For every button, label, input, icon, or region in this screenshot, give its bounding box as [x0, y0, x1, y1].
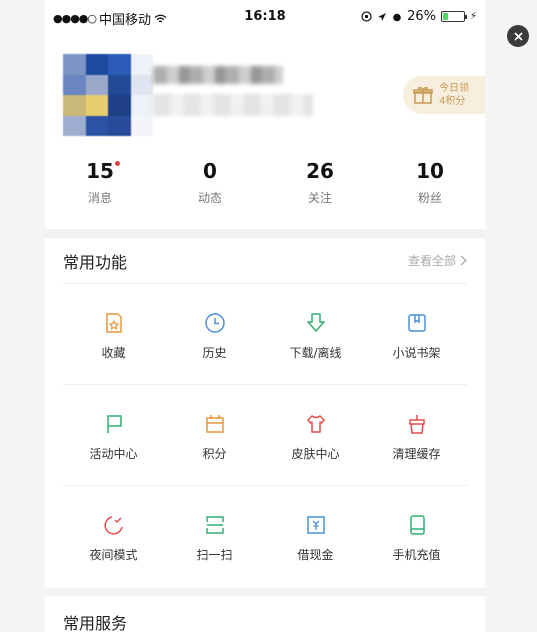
function-label: 借现金	[297, 548, 334, 562]
function-label: 积分	[202, 447, 227, 461]
status-bar: ●●●●○ 中国移动 16:18 26% ⚡	[45, 0, 485, 34]
function-history[interactable]: 历史	[164, 284, 265, 384]
location-icon	[378, 12, 387, 21]
stat-value: 26	[306, 159, 334, 183]
view-all-link[interactable]: 查看全部	[408, 252, 467, 269]
function-bookshelf[interactable]: 小说书架	[366, 284, 467, 384]
flag-icon	[106, 415, 122, 433]
stat-label: 粉丝	[417, 191, 442, 205]
function-activity-center[interactable]: 活动中心	[63, 385, 164, 485]
function-label: 清理缓存	[392, 447, 441, 461]
favorite-icon	[105, 313, 122, 333]
function-label: 下载/离线	[289, 346, 342, 360]
stat-label: 动态	[197, 191, 222, 205]
function-label: 历史	[202, 346, 227, 360]
username-blurred[interactable]	[153, 66, 283, 84]
user-subtitle-blurred	[153, 94, 313, 116]
close-button[interactable]	[507, 25, 529, 47]
function-download[interactable]: 下载/离线	[265, 284, 366, 384]
function-label: 夜间模式	[89, 548, 138, 562]
stat-label: 关注	[307, 191, 332, 205]
unread-dot	[114, 161, 120, 166]
bookshelf-icon	[407, 314, 426, 332]
function-phone-recharge[interactable]: 手机充值	[366, 486, 467, 587]
gift-icon	[413, 86, 433, 104]
battery-percent: 26%	[407, 9, 436, 24]
stat-value: 15	[86, 159, 114, 183]
stat-messages[interactable]: 15 消息	[45, 159, 155, 206]
function-points[interactable]: 积分	[164, 385, 265, 485]
checkin-line1: 今日领	[439, 83, 469, 94]
stat-label: 消息	[87, 191, 112, 205]
shirt-icon	[306, 415, 325, 433]
function-label: 扫一扫	[196, 548, 233, 562]
stat-following[interactable]: 26 关注	[265, 159, 375, 206]
function-scan[interactable]: 扫一扫	[164, 486, 265, 587]
function-label: 收藏	[101, 346, 126, 360]
function-favorites[interactable]: 收藏	[63, 284, 164, 384]
cash-icon	[306, 516, 325, 534]
stat-followers[interactable]: 10 粉丝	[375, 159, 485, 206]
chevron-right-icon	[460, 255, 467, 266]
section-title: 常用服务	[63, 614, 128, 632]
close-icon	[513, 31, 523, 41]
function-label: 小说书架	[392, 346, 441, 360]
function-night-mode[interactable]: 夜间模式	[63, 486, 164, 587]
stat-value: 10	[416, 159, 444, 183]
function-label: 皮肤中心	[291, 447, 340, 461]
battery-icon	[440, 11, 467, 22]
history-clock-icon	[204, 313, 225, 333]
points-icon	[205, 415, 224, 433]
lock-rotation-icon	[361, 11, 372, 22]
section-title: 常用功能	[63, 252, 128, 272]
function-label: 手机充值	[392, 548, 441, 562]
clear-cache-icon	[408, 415, 425, 434]
night-mode-icon	[103, 516, 123, 535]
common-services-card: 常用服务	[45, 596, 485, 632]
function-clear-cache[interactable]: 清理缓存	[366, 385, 467, 485]
stat-activity[interactable]: 0 动态	[155, 159, 265, 206]
function-grid: 收藏 历史 下载/离线 小说书架 活动中心 积分 皮肤中心 清理缓存 夜间模式 …	[63, 284, 467, 587]
function-skin-center[interactable]: 皮肤中心	[265, 385, 366, 485]
alarm-icon	[393, 13, 401, 21]
common-functions-card: 常用功能 查看全部 收藏 历史 下载/离线 小说书架 活动中心 积分 皮肤中心 …	[45, 238, 485, 588]
function-borrow-cash[interactable]: 借现金	[265, 486, 366, 587]
checkin-line2: 4积分	[439, 96, 466, 107]
daily-checkin-button[interactable]: 今日领 4积分	[403, 76, 485, 114]
view-all-label: 查看全部	[407, 254, 456, 268]
avatar[interactable]	[63, 54, 153, 136]
phone-recharge-icon	[409, 515, 425, 535]
profile-card: 今日领 4积分 15 消息 0 动态 26 关注 10 粉丝	[45, 34, 485, 229]
function-label: 活动中心	[89, 447, 138, 461]
phone-screen: ●●●●○ 中国移动 16:18 26% ⚡ 今日领 4积分 15 消息 0 动…	[45, 0, 485, 632]
charging-icon: ⚡	[469, 11, 477, 22]
download-icon	[306, 313, 325, 332]
scan-icon	[205, 516, 224, 534]
stats-bar: 15 消息 0 动态 26 关注 10 粉丝	[45, 159, 485, 206]
stat-value: 0	[203, 159, 217, 183]
